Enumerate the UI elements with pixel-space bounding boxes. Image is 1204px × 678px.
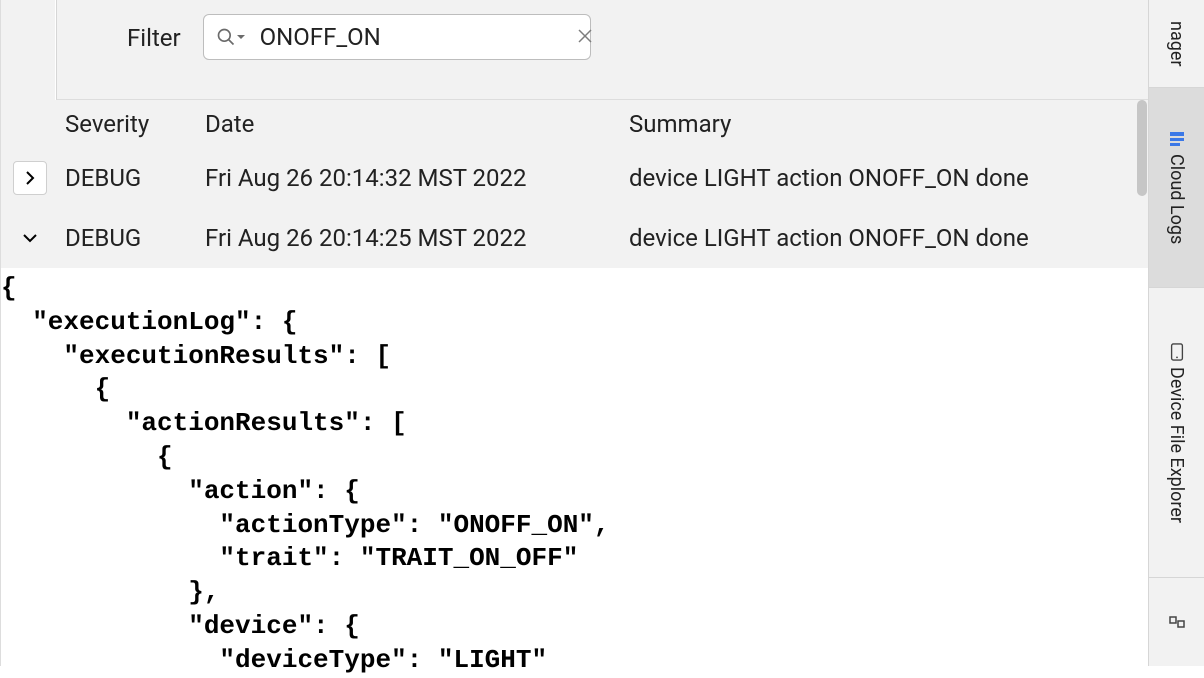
column-severity: Severity bbox=[65, 110, 205, 138]
cell-severity: DEBUG bbox=[65, 164, 205, 192]
chevron-right-icon bbox=[22, 164, 38, 192]
rail-tab-label: nager bbox=[1166, 21, 1187, 66]
table-header: Severity Date Summary bbox=[1, 100, 1148, 148]
search-input[interactable] bbox=[258, 22, 573, 52]
scrollbar-thumb[interactable] bbox=[1137, 100, 1147, 196]
column-summary: Summary bbox=[629, 110, 1148, 138]
search-icon bbox=[216, 27, 246, 47]
table-row[interactable]: DEBUG Fri Aug 26 20:14:25 MST 2022 devic… bbox=[1, 208, 1148, 268]
cell-date: Fri Aug 26 20:14:32 MST 2022 bbox=[205, 164, 629, 192]
main-area: Filter Severity Date Summary DEBUG Fri A… bbox=[0, 0, 1148, 666]
json-detail: { "executionLog": { "executionResults": … bbox=[1, 268, 1148, 678]
cell-date: Fri Aug 26 20:14:25 MST 2022 bbox=[205, 224, 629, 252]
logs-icon bbox=[1168, 130, 1186, 148]
cell-severity: DEBUG bbox=[65, 224, 205, 252]
rail-tab-more[interactable] bbox=[1149, 578, 1204, 666]
rail-tab-cloud-logs[interactable]: Cloud Logs bbox=[1149, 88, 1204, 288]
expand-button[interactable] bbox=[13, 161, 47, 195]
rail-tab-manager[interactable]: nager bbox=[1149, 0, 1204, 88]
search-field[interactable] bbox=[203, 14, 591, 60]
collapse-button[interactable] bbox=[13, 221, 47, 255]
clear-icon[interactable] bbox=[573, 21, 597, 53]
cell-summary: device LIGHT action ONOFF_ON done bbox=[629, 224, 1148, 252]
device-icon bbox=[1168, 343, 1186, 361]
side-rail: nager Cloud Logs Device File Explorer bbox=[1148, 0, 1204, 666]
table-row[interactable]: DEBUG Fri Aug 26 20:14:32 MST 2022 devic… bbox=[1, 148, 1148, 208]
chevron-down-icon bbox=[22, 224, 38, 252]
rail-tab-label: Cloud Logs bbox=[1166, 154, 1187, 244]
column-date: Date bbox=[205, 110, 629, 138]
filter-label: Filter bbox=[127, 14, 181, 52]
cell-summary: device LIGHT action ONOFF_ON done bbox=[629, 164, 1148, 192]
rail-tab-label: Device File Explorer bbox=[1166, 367, 1187, 523]
rail-tab-device-file-explorer[interactable]: Device File Explorer bbox=[1149, 288, 1204, 578]
build-icon bbox=[1168, 613, 1186, 631]
filter-bar: Filter bbox=[56, 0, 1148, 100]
